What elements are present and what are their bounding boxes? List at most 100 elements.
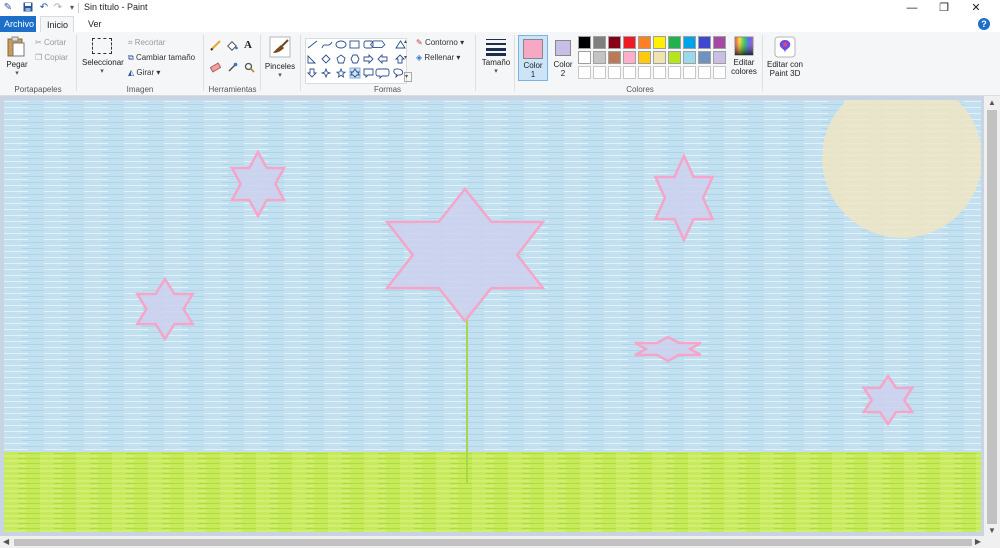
- palette-empty-swatch[interactable]: [653, 66, 666, 79]
- palette-color-swatch[interactable]: [623, 36, 636, 49]
- grass-area: [4, 452, 981, 532]
- outline-button[interactable]: ✎ Contorno ▾: [416, 38, 464, 47]
- palette-color-swatch[interactable]: [593, 51, 606, 64]
- ribbon-tabs: Archivo Inicio Ver ?: [0, 16, 1000, 32]
- paint-app-icon[interactable]: ✎: [2, 2, 14, 14]
- color1-number: 1: [530, 70, 536, 79]
- horizontal-scroll-thumb[interactable]: [14, 539, 972, 546]
- palette-empty-swatch[interactable]: [713, 66, 726, 79]
- palette-color-swatch[interactable]: [668, 36, 681, 49]
- palette-color-swatch[interactable]: [698, 51, 711, 64]
- edit-colors-button[interactable]: Editar colores: [730, 36, 758, 84]
- palette-color-swatch[interactable]: [683, 36, 696, 49]
- palette-empty-swatch[interactable]: [578, 66, 591, 79]
- palette-color-swatch[interactable]: [698, 36, 711, 49]
- title-divider: [78, 3, 79, 13]
- rotate-button[interactable]: ◭ Girar ▾: [128, 68, 160, 77]
- text-tool-icon[interactable]: A: [244, 39, 255, 51]
- palette-color-swatch[interactable]: [608, 51, 621, 64]
- color1-swatch: [523, 39, 543, 59]
- palette-color-swatch[interactable]: [713, 51, 726, 64]
- rotate-dropdown-icon: ▾: [156, 68, 161, 77]
- vertical-scrollbar[interactable]: ▲ ▼: [984, 96, 1000, 536]
- palette-empty-swatch[interactable]: [623, 66, 636, 79]
- rainbow-gradient-icon: [734, 36, 754, 56]
- palette-color-swatch[interactable]: [683, 51, 696, 64]
- palette-color-swatch[interactable]: [713, 36, 726, 49]
- scissors-icon: ✂: [35, 38, 42, 47]
- fill-button[interactable]: ◈ Rellenar ▾: [416, 53, 460, 62]
- scroll-right-icon[interactable]: ▶: [975, 537, 981, 546]
- palette-empty-swatch[interactable]: [698, 66, 711, 79]
- ribbon: Pegar ▾ ✂ Cortar ❐ Copiar Portapapeles S…: [0, 32, 1000, 96]
- color-palette: [578, 36, 733, 82]
- eraser-icon[interactable]: [209, 62, 222, 73]
- tab-view[interactable]: Ver: [82, 16, 108, 32]
- palette-color-swatch[interactable]: [578, 51, 591, 64]
- scroll-left-icon[interactable]: ◀: [3, 537, 9, 546]
- palette-empty-swatch[interactable]: [593, 66, 606, 79]
- palette-empty-swatch[interactable]: [683, 66, 696, 79]
- paste-button[interactable]: Pegar ▾: [6, 36, 28, 77]
- drawing-canvas[interactable]: [4, 100, 981, 532]
- crop-button[interactable]: ⌗ Recortar: [128, 38, 165, 48]
- palette-color-swatch[interactable]: [653, 51, 666, 64]
- palette-empty-swatch[interactable]: [608, 66, 621, 79]
- palette-empty-swatch[interactable]: [668, 66, 681, 79]
- palette-color-swatch[interactable]: [638, 51, 651, 64]
- fill-bucket-icon[interactable]: [227, 40, 238, 51]
- group-divider: [203, 35, 204, 91]
- edit-with-paint3d-button[interactable]: Editar con Paint 3D: [765, 36, 805, 84]
- color1-button[interactable]: Color 1: [518, 35, 548, 81]
- restore-button[interactable]: ❐: [928, 0, 960, 16]
- save-icon[interactable]: [22, 2, 34, 14]
- group-divider: [260, 35, 261, 91]
- hexagon-shape-icon: [350, 54, 360, 64]
- brushes-button[interactable]: Pinceles ▾: [263, 36, 297, 82]
- palette-color-swatch[interactable]: [623, 51, 636, 64]
- paste-label: Pegar: [6, 60, 28, 69]
- palette-color-swatch[interactable]: [638, 36, 651, 49]
- shapes-scroll-down-icon[interactable]: ▾: [404, 54, 412, 62]
- vertical-scroll-thumb[interactable]: [987, 110, 997, 524]
- color2-number: 2: [560, 69, 566, 78]
- palette-empty-swatch[interactable]: [638, 66, 651, 79]
- group-divider: [76, 35, 77, 91]
- palette-color-swatch[interactable]: [593, 36, 606, 49]
- select-button[interactable]: Seleccionar ▾: [82, 38, 124, 82]
- curve-shape-icon: [321, 41, 333, 49]
- shapes-scroll-up-icon[interactable]: ▴: [404, 38, 412, 46]
- callout-rectangle-icon: [363, 68, 374, 79]
- quick-access-dropdown-icon[interactable]: ▾: [66, 2, 78, 14]
- shapes-expand-icon[interactable]: ▾: [404, 72, 412, 82]
- right-arrow-shape-icon: [363, 53, 374, 65]
- palette-color-swatch[interactable]: [653, 36, 666, 49]
- color-picker-icon[interactable]: [227, 62, 238, 73]
- resize-button[interactable]: ⧉ Cambiar tamaño: [128, 53, 195, 63]
- horizontal-scrollbar[interactable]: ◀ ▶: [0, 536, 984, 548]
- pencil-icon[interactable]: [210, 40, 221, 51]
- undo-icon[interactable]: ↶: [38, 2, 50, 14]
- close-button[interactable]: ✕: [960, 0, 992, 16]
- copy-button[interactable]: ❐ Copiar: [35, 53, 68, 62]
- palette-color-swatch[interactable]: [578, 36, 591, 49]
- line-shape-icon: [307, 40, 318, 49]
- help-icon[interactable]: ?: [978, 18, 990, 30]
- redo-icon[interactable]: ↷: [52, 2, 64, 14]
- resize-icon: ⧉: [128, 53, 134, 62]
- scroll-up-icon[interactable]: ▲: [988, 98, 996, 107]
- crop-label: Recortar: [134, 38, 166, 47]
- palette-color-swatch[interactable]: [668, 51, 681, 64]
- shapes-scroll[interactable]: ▴ ▾ ▾: [404, 38, 412, 82]
- tab-file[interactable]: Archivo: [0, 16, 36, 32]
- tab-home[interactable]: Inicio: [40, 16, 74, 32]
- magnifier-icon[interactable]: [244, 62, 255, 73]
- size-dropdown-icon: ▾: [494, 68, 498, 75]
- scroll-down-icon[interactable]: ▼: [988, 526, 996, 535]
- minimize-button[interactable]: —: [896, 0, 928, 16]
- cut-button[interactable]: ✂ Cortar: [35, 38, 66, 47]
- palette-color-swatch[interactable]: [608, 36, 621, 49]
- color2-button[interactable]: Color 2: [550, 35, 576, 81]
- size-button[interactable]: Tamaño ▾: [480, 38, 512, 84]
- colors-group-label: Colores: [626, 85, 654, 94]
